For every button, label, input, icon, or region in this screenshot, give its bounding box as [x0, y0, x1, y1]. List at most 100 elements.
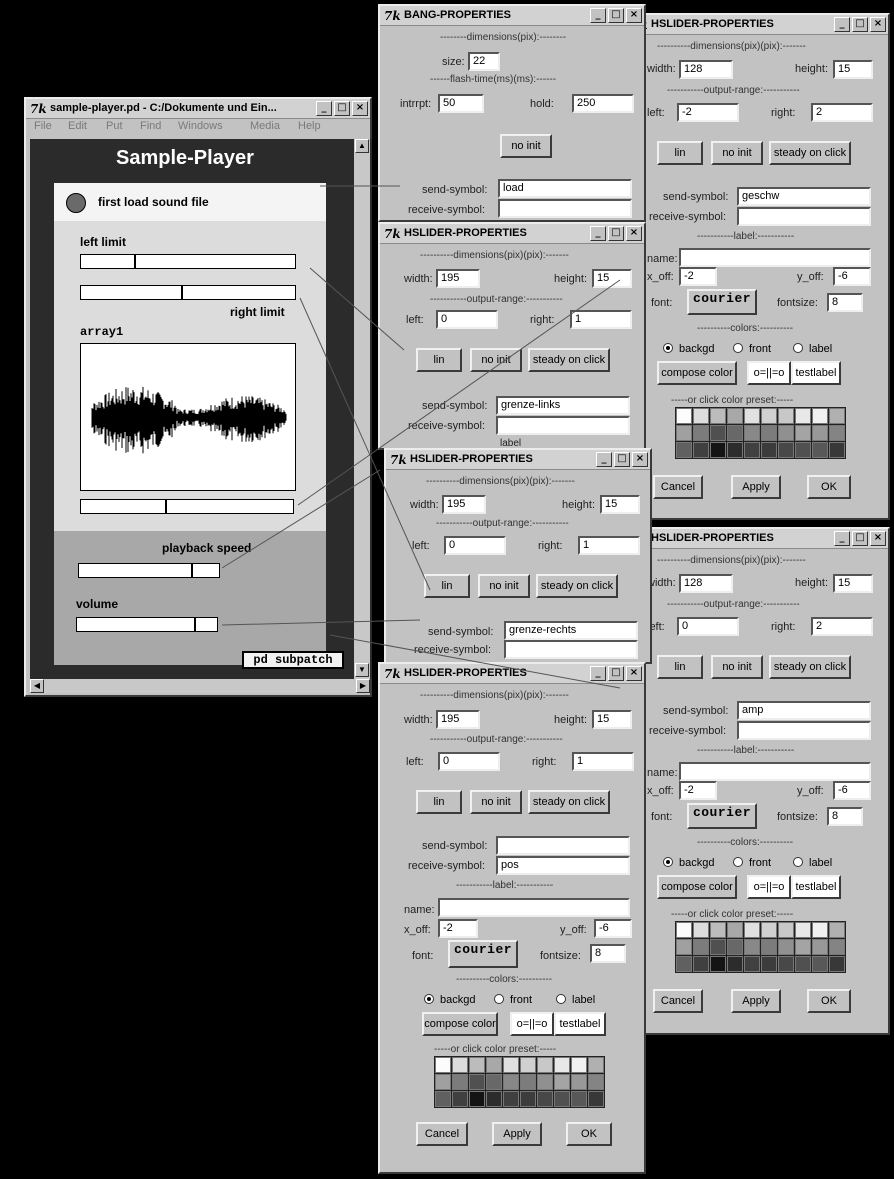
- menu-find[interactable]: Find: [140, 120, 161, 132]
- close-button[interactable]: ×: [632, 452, 648, 467]
- color-swatch[interactable]: [829, 442, 845, 458]
- color-swatch[interactable]: [520, 1057, 536, 1073]
- title-bar[interactable]: 7kHSLIDER-PROPERTIES _□×: [386, 450, 650, 470]
- color-swatch[interactable]: [693, 956, 709, 972]
- backgd-radio[interactable]: backgd: [663, 857, 714, 869]
- steady-on-click-button[interactable]: steady on click: [536, 574, 618, 598]
- color-swatch[interactable]: [710, 442, 726, 458]
- color-preset-grid[interactable]: [434, 1056, 605, 1108]
- color-swatch[interactable]: [727, 408, 743, 424]
- color-swatch[interactable]: [676, 408, 692, 424]
- slider-knob[interactable]: [190, 563, 193, 578]
- left-field[interactable]: 0: [677, 617, 739, 636]
- color-swatch[interactable]: [829, 425, 845, 441]
- lin-button[interactable]: lin: [657, 141, 703, 165]
- intrrpt-field[interactable]: 50: [438, 94, 484, 113]
- color-swatch[interactable]: [727, 956, 743, 972]
- color-swatch[interactable]: [486, 1057, 502, 1073]
- color-swatch[interactable]: [435, 1091, 451, 1107]
- color-swatch[interactable]: [571, 1057, 587, 1073]
- height-field[interactable]: 15: [592, 710, 632, 729]
- color-swatch[interactable]: [588, 1091, 604, 1107]
- color-swatch[interactable]: [744, 922, 760, 938]
- color-swatch[interactable]: [486, 1074, 502, 1090]
- fontsize-field[interactable]: 8: [827, 293, 863, 312]
- scroll-up-icon[interactable]: ▲: [355, 139, 369, 153]
- width-field[interactable]: 195: [436, 269, 480, 288]
- color-swatch[interactable]: [761, 442, 777, 458]
- color-swatch[interactable]: [693, 922, 709, 938]
- close-button[interactable]: ×: [870, 17, 886, 32]
- left-field[interactable]: 0: [436, 310, 498, 329]
- height-field[interactable]: 15: [833, 574, 873, 593]
- send-symbol-field[interactable]: grenze-links: [496, 396, 630, 415]
- lin-button[interactable]: lin: [424, 574, 470, 598]
- close-button[interactable]: ×: [870, 531, 886, 546]
- receive-symbol-field[interactable]: pos: [496, 856, 630, 875]
- color-swatch[interactable]: [778, 956, 794, 972]
- front-radio[interactable]: front: [733, 343, 771, 355]
- color-swatch[interactable]: [554, 1057, 570, 1073]
- color-swatch[interactable]: [469, 1057, 485, 1073]
- color-swatch[interactable]: [812, 956, 828, 972]
- color-swatch[interactable]: [744, 956, 760, 972]
- color-swatch[interactable]: [435, 1057, 451, 1073]
- maximize-button[interactable]: □: [614, 452, 630, 467]
- apply-button[interactable]: Apply: [731, 989, 781, 1013]
- slider-knob[interactable]: [194, 617, 197, 632]
- minimize-button[interactable]: _: [590, 666, 606, 681]
- steady-on-click-button[interactable]: steady on click: [769, 655, 851, 679]
- fontsize-field[interactable]: 8: [827, 807, 863, 826]
- color-swatch[interactable]: [693, 408, 709, 424]
- color-swatch[interactable]: [812, 425, 828, 441]
- color-swatch[interactable]: [710, 956, 726, 972]
- steady-on-click-button[interactable]: steady on click: [769, 141, 851, 165]
- horizontal-scrollbar[interactable]: ◀ ▶: [30, 679, 370, 693]
- height-field[interactable]: 15: [833, 60, 873, 79]
- bang-object[interactable]: [66, 193, 86, 213]
- maximize-button[interactable]: □: [608, 666, 624, 681]
- color-swatch[interactable]: [744, 408, 760, 424]
- x-off-field[interactable]: -2: [679, 267, 717, 286]
- color-swatch[interactable]: [744, 939, 760, 955]
- x-off-field[interactable]: -2: [438, 919, 478, 938]
- color-swatch[interactable]: [452, 1091, 468, 1107]
- color-swatch[interactable]: [778, 939, 794, 955]
- color-swatch[interactable]: [537, 1091, 553, 1107]
- array-display[interactable]: [80, 343, 296, 491]
- color-swatch[interactable]: [710, 425, 726, 441]
- send-symbol-field[interactable]: amp: [737, 701, 871, 720]
- send-symbol-field[interactable]: grenze-rechts: [504, 621, 638, 640]
- color-swatch[interactable]: [795, 442, 811, 458]
- color-preset-grid[interactable]: [675, 407, 846, 459]
- color-swatch[interactable]: [571, 1091, 587, 1107]
- color-swatch[interactable]: [761, 425, 777, 441]
- minimize-button[interactable]: _: [596, 452, 612, 467]
- color-swatch[interactable]: [829, 939, 845, 955]
- color-swatch[interactable]: [829, 922, 845, 938]
- color-swatch[interactable]: [727, 425, 743, 441]
- color-swatch[interactable]: [588, 1074, 604, 1090]
- height-field[interactable]: 15: [592, 269, 632, 288]
- no-init-button[interactable]: no init: [500, 134, 552, 158]
- color-swatch[interactable]: [710, 939, 726, 955]
- color-swatch[interactable]: [795, 922, 811, 938]
- no-init-button[interactable]: no init: [470, 348, 522, 372]
- no-init-button[interactable]: no init: [470, 790, 522, 814]
- minimize-button[interactable]: _: [834, 17, 850, 32]
- maximize-button[interactable]: □: [608, 8, 624, 23]
- maximize-button[interactable]: □: [852, 17, 868, 32]
- backgd-radio[interactable]: backgd: [663, 343, 714, 355]
- ok-button[interactable]: OK: [807, 475, 851, 499]
- right-limit-slider[interactable]: [80, 285, 296, 300]
- menu-media[interactable]: Media: [250, 120, 280, 132]
- width-field[interactable]: 195: [436, 710, 480, 729]
- color-swatch[interactable]: [727, 442, 743, 458]
- maximize-button[interactable]: □: [334, 101, 350, 116]
- color-swatch[interactable]: [727, 922, 743, 938]
- width-field[interactable]: 128: [679, 574, 733, 593]
- y-off-field[interactable]: -6: [594, 919, 632, 938]
- color-swatch[interactable]: [571, 1074, 587, 1090]
- color-swatch[interactable]: [537, 1074, 553, 1090]
- color-swatch[interactable]: [676, 939, 692, 955]
